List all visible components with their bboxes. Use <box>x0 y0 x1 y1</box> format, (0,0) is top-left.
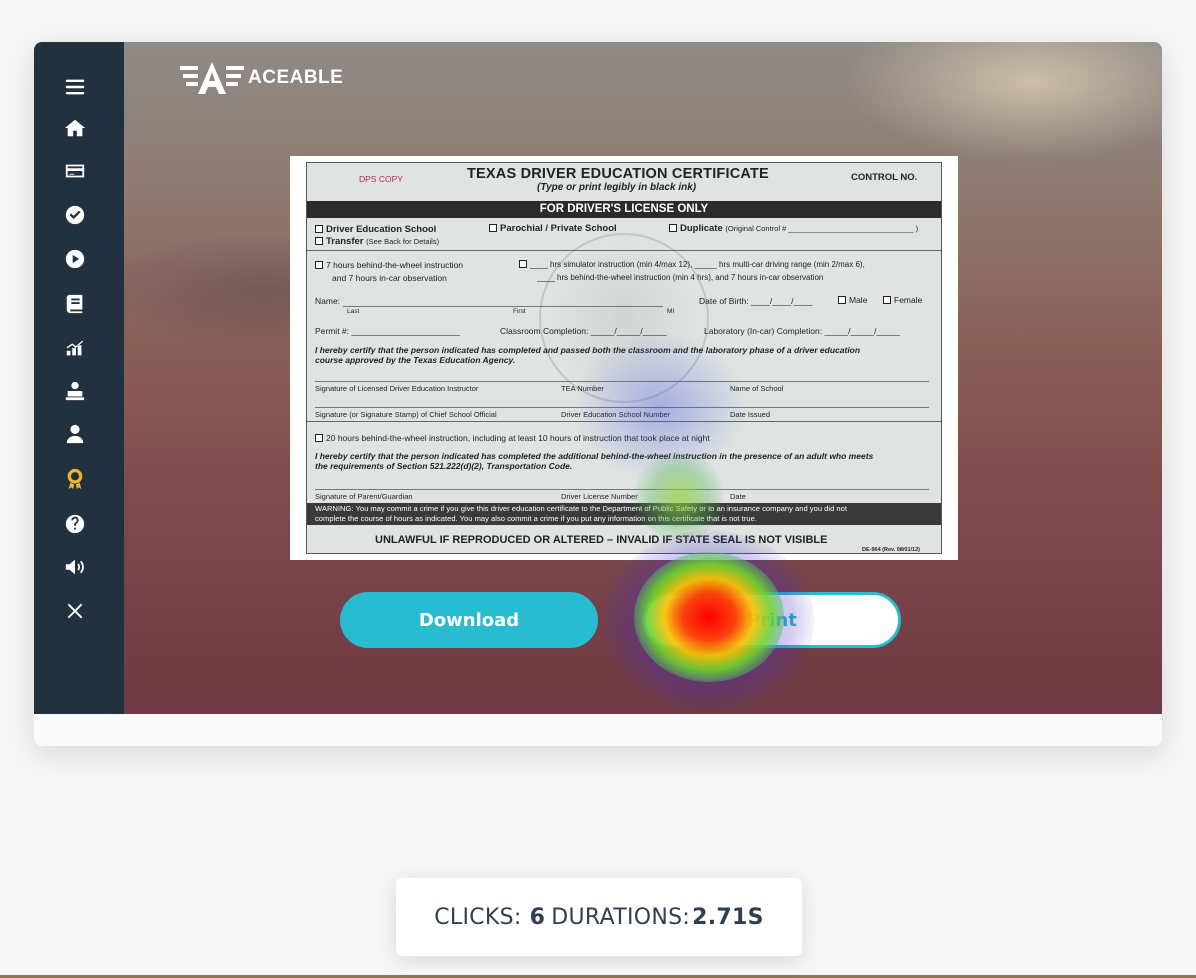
signature-line <box>315 489 929 490</box>
close-icon[interactable] <box>62 598 88 624</box>
school-name-label: Name of School <box>730 384 784 393</box>
certificate-image: DPS COPY TEXAS DRIVER EDUCATION CERTIFIC… <box>290 156 958 560</box>
certify-statement-1: I hereby certify that the person indicat… <box>315 345 861 355</box>
card-footer <box>34 714 1162 746</box>
sunset-glow <box>842 42 1162 162</box>
signature-line <box>315 381 929 382</box>
clicks-label: CLICKS: <box>434 904 522 930</box>
warning-line-1: WARNING: You may commit a crime if you g… <box>315 504 847 513</box>
print-button[interactable]: Print <box>643 592 901 648</box>
first-label: First <box>513 308 526 315</box>
aceable-logo[interactable]: ACEABLE <box>180 60 343 96</box>
book-icon[interactable] <box>62 291 88 317</box>
divider <box>307 250 941 251</box>
certificate-page: ACEABLE DPS COPY TEXAS DRIVER EDUCATION … <box>124 42 1162 714</box>
date-issued-label: Date Issued <box>730 410 771 419</box>
sidebar <box>34 42 124 714</box>
play-circle-icon[interactable] <box>62 246 88 272</box>
warning-box: WARNING: You may commit a crime if you g… <box>307 503 941 525</box>
warning-line-2: complete the course of hours as indicate… <box>315 514 757 523</box>
dl-number-label: Driver License Number <box>561 492 638 501</box>
credit-card-icon[interactable] <box>62 158 88 184</box>
school-number-label: Driver Education School Number <box>561 410 671 419</box>
duplicate-option: Duplicate (Original Control # __________… <box>669 223 918 234</box>
certificate-document: DPS COPY TEXAS DRIVER EDUCATION CERTIFIC… <box>306 162 942 554</box>
certify-statement-1b: course approved by the Texas Education A… <box>315 355 516 365</box>
bw7-line2: and 7 hours in-car observation <box>332 273 447 283</box>
durations-value: 2.71S <box>692 904 764 930</box>
state-seal <box>539 233 709 403</box>
classroom-completion: Classroom Completion: _____/_____/_____ <box>500 326 667 336</box>
durations-label: DURATIONS: <box>551 904 691 930</box>
mi-label: MI <box>667 308 675 315</box>
license-only-banner: FOR DRIVER'S LICENSE ONLY <box>307 201 941 218</box>
unlawful-notice: UNLAWFUL IF REPRODUCED OR ALTERED – INVA… <box>375 534 828 546</box>
form-number: DE-964 (Rev. 08/01/12) <box>862 547 920 553</box>
name-line <box>343 306 663 307</box>
date-label: Date <box>730 492 746 501</box>
parent-signature-label: Signature of Parent/Guardian <box>315 492 413 501</box>
certificate-subtitle: (Type or print legibly in black ink) <box>537 182 697 193</box>
last-label: Last <box>347 308 360 315</box>
driver-ed-school-option: Driver Education School <box>315 224 436 235</box>
tea-number-label: TEA Number <box>561 384 604 393</box>
certificate-title: TEXAS DRIVER EDUCATION CERTIFICATE <box>467 166 769 182</box>
female-option: Female <box>883 295 922 305</box>
bw20-option: 20 hours behind-the-wheel instruction, i… <box>315 433 710 443</box>
volume-icon[interactable] <box>62 554 88 580</box>
click-stats-panel: CLICKS: 6 DURATIONS: 2.71S <box>396 878 802 956</box>
official-signature-label: Signature (or Signature Stamp) of Chief … <box>315 410 497 419</box>
dps-copy-label: DPS COPY <box>359 174 403 184</box>
signature-line <box>315 407 929 408</box>
instructor-signature-label: Signature of Licensed Driver Education I… <box>315 384 479 393</box>
check-circle-icon[interactable] <box>62 202 88 228</box>
simulator-line2: ____ hrs behind-the-wheel instruction (m… <box>537 273 824 282</box>
male-option: Male <box>838 295 867 305</box>
logo-text: ACEABLE <box>248 67 344 88</box>
simulator-option: ____ hrs simulator instruction (min 4/ma… <box>519 260 865 269</box>
progress-chart-icon[interactable] <box>62 335 88 361</box>
home-icon[interactable] <box>62 115 88 141</box>
transfer-option: Transfer (See Back for Details) <box>315 236 439 247</box>
control-number-label: CONTROL NO. <box>851 172 918 183</box>
help-icon[interactable] <box>62 511 88 537</box>
aceable-logo-mark <box>180 62 244 94</box>
certify-statement-2b: the requirements of Section 521.222(d)(2… <box>315 461 573 471</box>
lab-completion: Laboratory (In-car) Completion: _____/__… <box>704 326 901 336</box>
menu-icon[interactable] <box>62 74 88 100</box>
app-window: ACEABLE DPS COPY TEXAS DRIVER EDUCATION … <box>34 42 1162 746</box>
instructor-icon[interactable] <box>62 378 88 404</box>
certify-statement-2: I hereby certify that the person indicat… <box>315 451 874 461</box>
certificate-award-icon[interactable] <box>62 466 88 492</box>
parochial-school-option: Parochial / Private School <box>489 223 617 234</box>
download-button[interactable]: Download <box>340 592 598 648</box>
name-label: Name: <box>315 296 341 306</box>
bw7-option: 7 hours behind-the-wheel instruction <box>315 260 463 270</box>
permit-label: Permit #: _______________________ <box>315 326 461 336</box>
dob-label: Date of Birth: ____/____/____ <box>699 296 813 306</box>
user-icon[interactable] <box>62 421 88 447</box>
divider <box>307 421 941 422</box>
clicks-value: 6 <box>529 904 546 930</box>
